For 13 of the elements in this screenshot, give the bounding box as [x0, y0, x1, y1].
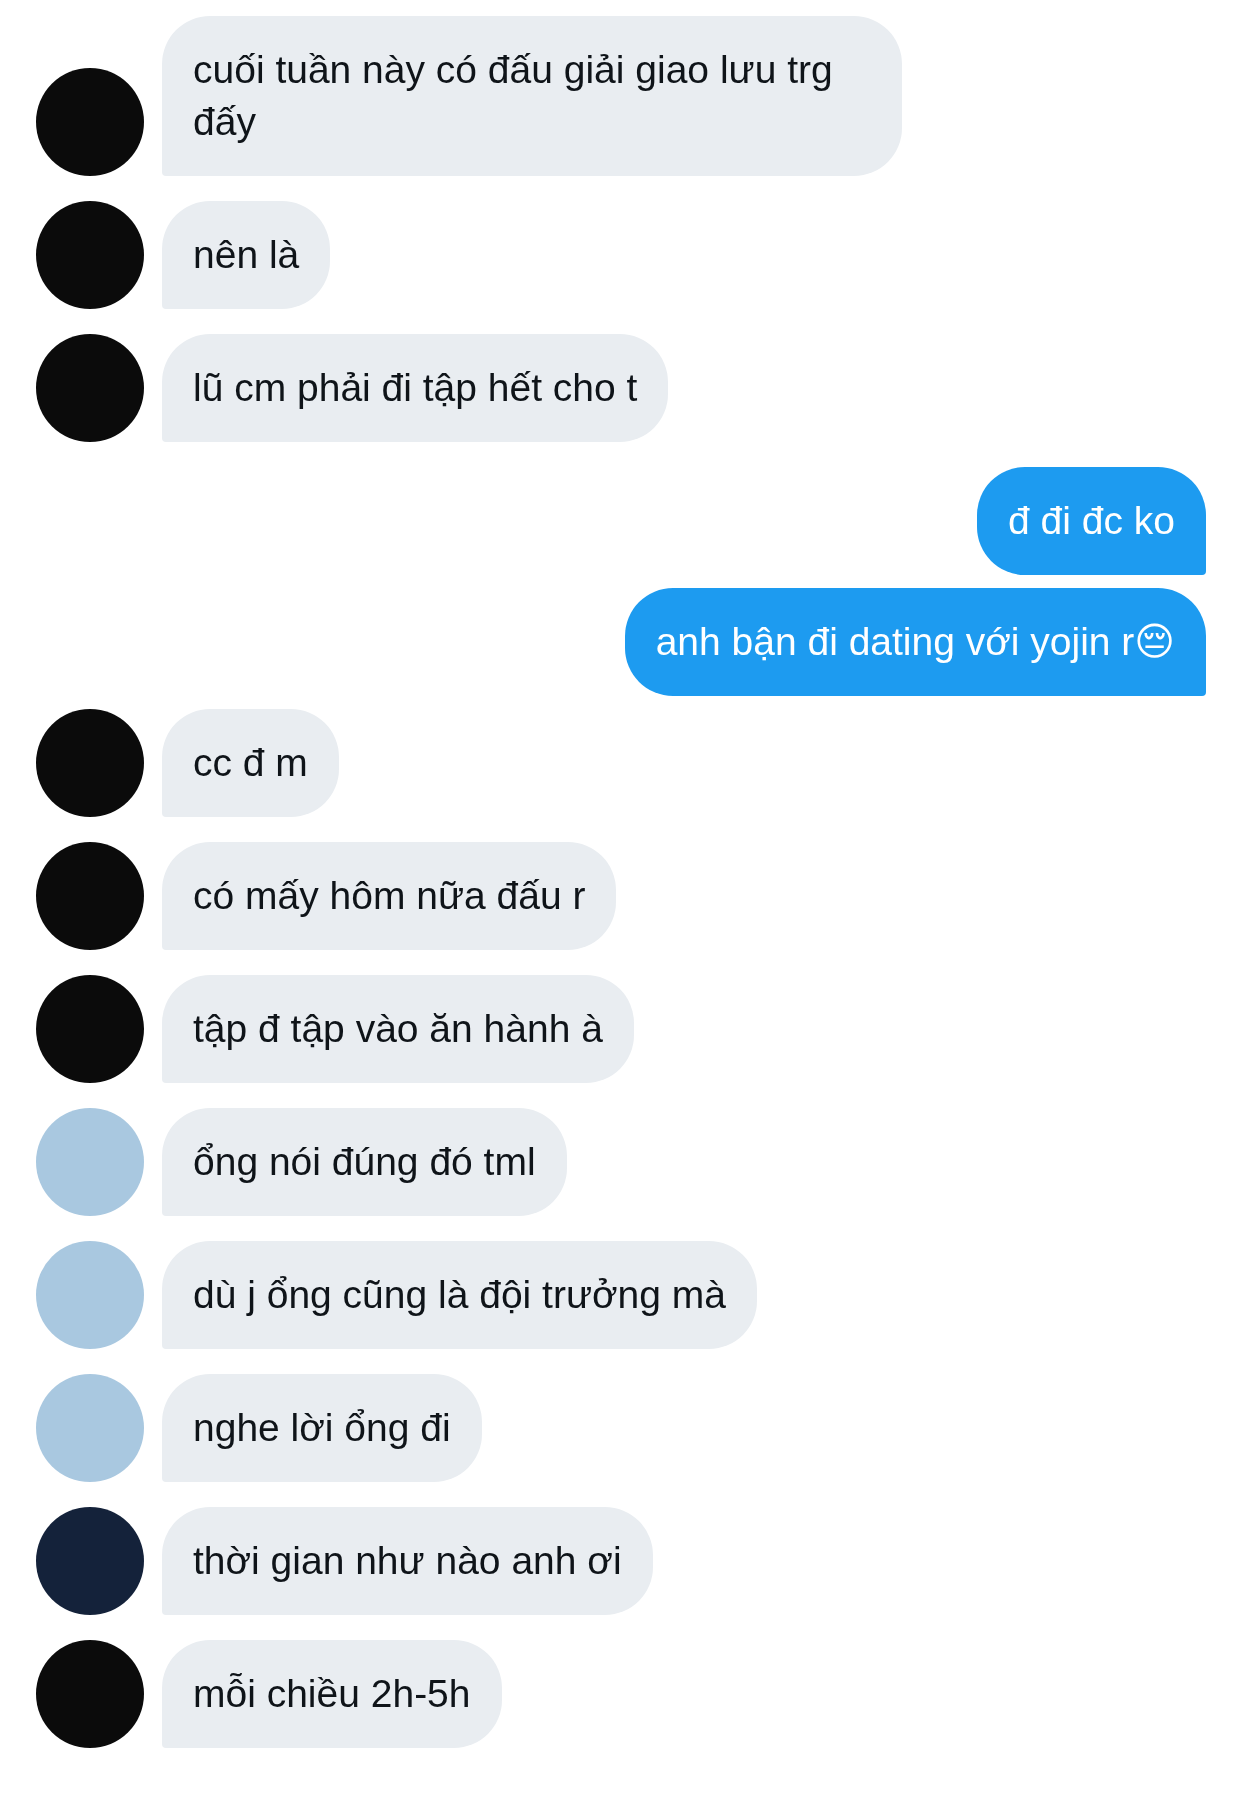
message-bubble: thời gian như nào anh ơi	[162, 1507, 653, 1615]
message-bubble: đ đi đc ko	[977, 467, 1206, 575]
message-bubble: nên là	[162, 201, 331, 309]
message-bubble: mỗi chiều 2h-5h	[162, 1640, 502, 1748]
message-bubble: cc đ m	[162, 709, 339, 817]
message-bubble: lũ cm phải đi tập hết cho t	[162, 334, 669, 442]
message-bubble: nghe lời ổng đi	[162, 1374, 482, 1482]
message-bubble: có mấy hôm nữa đấu r	[162, 842, 617, 950]
message-bubble: ổng nói đúng đó tml	[162, 1108, 567, 1216]
message-bubble: dù j ổng cũng là đội trưởng mà	[162, 1241, 757, 1349]
message-bubble: anh bận đi dating với yojin r😔	[624, 588, 1206, 696]
message-bubble: cuối tuần này có đấu giải giao lưu trg đấy	[162, 16, 902, 176]
message-bubble: tập đ tập vào ăn hành à	[162, 975, 634, 1083]
